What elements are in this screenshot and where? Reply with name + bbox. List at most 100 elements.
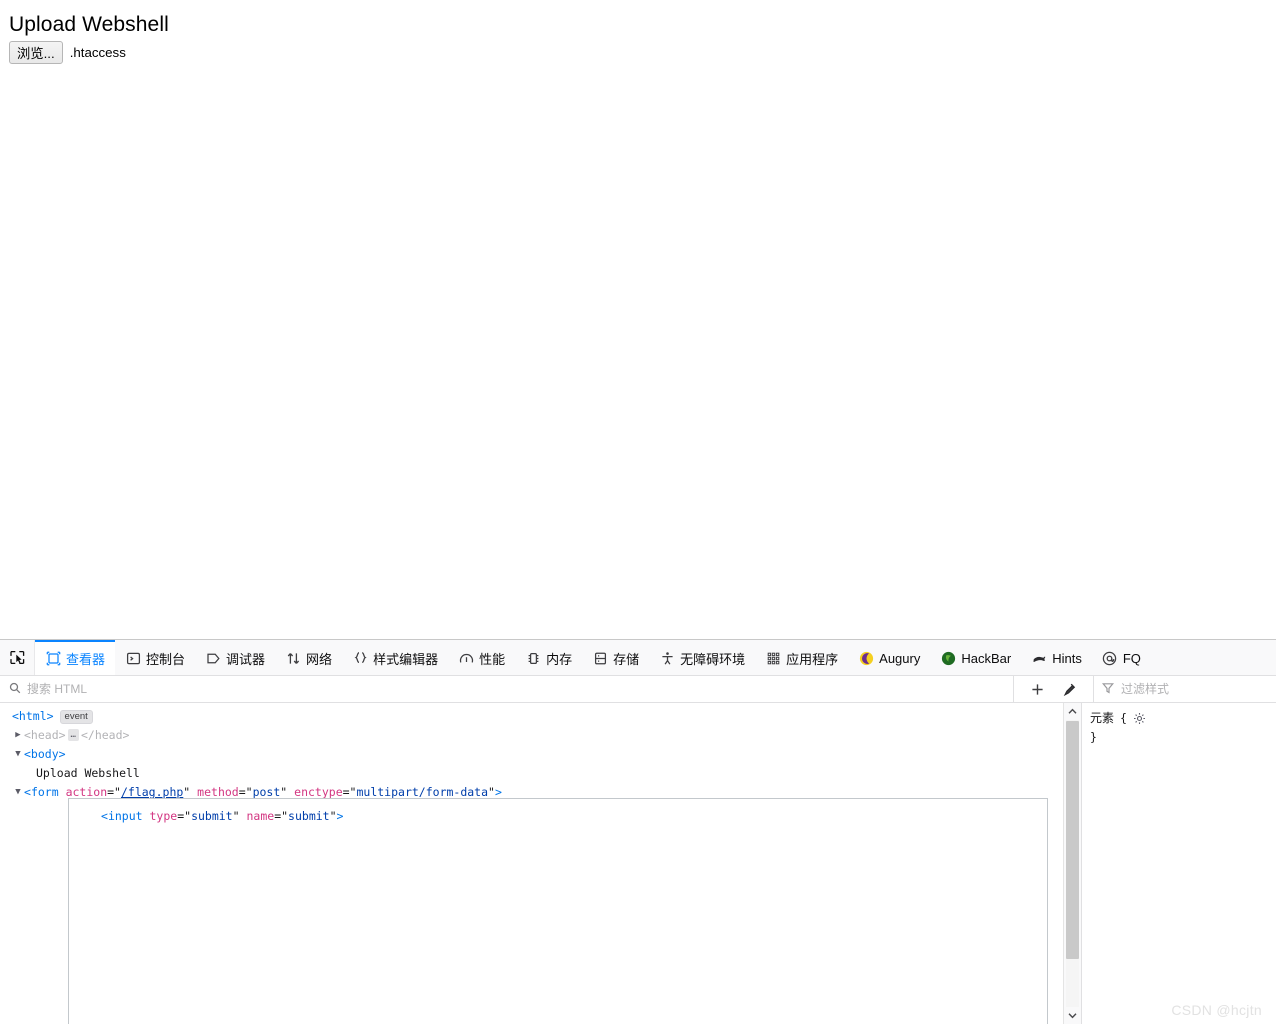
at-sign-icon bbox=[1102, 651, 1118, 667]
markup-node[interactable]: ▶Upload Webshell bbox=[0, 764, 1063, 783]
accessibility-icon bbox=[659, 651, 675, 667]
chevron-up-icon[interactable] bbox=[1064, 703, 1081, 720]
devtools-tab-strip: 查看器 控制台 调试器 网络 样式编辑器 性能 内存 存储 无障碍环境 应用程序 Augury Hac… bbox=[35, 640, 1276, 675]
markup-node-source: Upload Webshell bbox=[36, 766, 140, 780]
markup-tree: ▶<html>event▶<head>…</head>▼<body>▶Uploa… bbox=[0, 707, 1063, 802]
tab-memory[interactable]: 内存 bbox=[515, 640, 582, 675]
storage-icon bbox=[592, 651, 608, 667]
event-badge[interactable]: event bbox=[59, 710, 93, 724]
rule-open-brace: { bbox=[1120, 711, 1127, 725]
tab-label: 存储 bbox=[613, 652, 640, 667]
tab-label: 查看器 bbox=[66, 652, 106, 667]
tab-network[interactable]: 网络 bbox=[275, 640, 342, 675]
element-picker-icon[interactable] bbox=[0, 640, 35, 675]
tab-label: 控制台 bbox=[146, 652, 186, 667]
markup-node[interactable]: ▼ <body> bbox=[0, 745, 1063, 764]
twisty-expanded[interactable]: ▼ bbox=[12, 745, 24, 764]
markup-node-source: <html> event bbox=[12, 707, 93, 726]
tab-label: Augury bbox=[879, 651, 921, 666]
expand-ellipsis[interactable]: … bbox=[67, 729, 79, 741]
tab-accessibility[interactable]: 无障碍环境 bbox=[649, 640, 755, 675]
tab-hackbar[interactable]: HackBar bbox=[930, 640, 1021, 675]
memory-icon bbox=[525, 651, 541, 667]
page-viewport: Upload Webshell 浏览... .htaccess bbox=[0, 0, 1276, 639]
watermark: CSDN @hcjtn bbox=[1171, 1002, 1262, 1018]
tab-label: FQ bbox=[1122, 651, 1141, 666]
network-icon bbox=[285, 651, 301, 667]
tab-augury[interactable]: Augury bbox=[848, 640, 930, 675]
tab-label: Hints bbox=[1052, 651, 1082, 666]
rule-selector: 元素 bbox=[1090, 711, 1115, 725]
search-input[interactable] bbox=[27, 682, 327, 696]
devtools-secondary-bars bbox=[0, 676, 1276, 703]
rules-view[interactable]: 元素 { } bbox=[1081, 703, 1276, 1024]
markup-node-source: <head>… </head> bbox=[24, 728, 130, 742]
tab-label: 性能 bbox=[479, 652, 506, 667]
devtools-panes: ▶<html>event▶<head>…</head>▼<body>▶Uploa… bbox=[0, 703, 1276, 1024]
tab-label: 应用程序 bbox=[786, 652, 839, 667]
selected-file-name: .htaccess bbox=[69, 44, 126, 60]
rule-close-brace: } bbox=[1090, 730, 1097, 744]
tab-performance[interactable]: 性能 bbox=[448, 640, 515, 675]
markup-node[interactable]: ▶<html>event bbox=[0, 707, 1063, 726]
twisty-expanded[interactable]: ▼ bbox=[12, 783, 24, 802]
attribute-name[interactable]: name bbox=[246, 809, 274, 823]
tab-label: 调试器 bbox=[226, 652, 266, 667]
upload-form: 浏览... .htaccess bbox=[0, 37, 1276, 64]
attribute-name[interactable]: action bbox=[66, 785, 108, 799]
chevron-down-icon[interactable] bbox=[1064, 1007, 1081, 1024]
element-rule-header: 元素 { bbox=[1090, 709, 1276, 728]
search-icon bbox=[9, 682, 21, 697]
attribute-value[interactable]: /flag.php bbox=[121, 785, 183, 799]
attribute-name[interactable]: method bbox=[197, 785, 239, 799]
tab-label: HackBar bbox=[961, 651, 1012, 666]
attribute-value[interactable]: submit bbox=[288, 809, 330, 823]
filter-icon bbox=[1101, 682, 1115, 697]
markup-node[interactable]: ▶ <head>… </head> bbox=[0, 726, 1063, 745]
markup-scrollbar[interactable] bbox=[1063, 703, 1081, 1024]
browse-file-button[interactable]: 浏览... bbox=[9, 40, 63, 64]
markup-search-bar bbox=[0, 676, 1014, 702]
tab-at-sign[interactable]: FQ bbox=[1092, 640, 1151, 675]
tab-label: 内存 bbox=[546, 652, 573, 667]
attribute-value[interactable]: multipart/form-data bbox=[356, 785, 488, 799]
style-editor-icon bbox=[352, 651, 368, 667]
tab-debugger[interactable]: 调试器 bbox=[195, 640, 275, 675]
eyedropper-icon[interactable] bbox=[1061, 680, 1079, 698]
markup-node-source: <body> bbox=[24, 747, 66, 761]
attribute-value[interactable]: post bbox=[253, 785, 281, 799]
tab-hints[interactable]: Hints bbox=[1021, 640, 1092, 675]
inspector-icon bbox=[45, 651, 61, 667]
page-title: Upload Webshell bbox=[9, 13, 169, 36]
tab-label: 样式编辑器 bbox=[373, 652, 439, 667]
console-icon bbox=[125, 651, 141, 667]
style-rule-tools bbox=[1014, 676, 1094, 702]
tab-inspector[interactable]: 查看器 bbox=[35, 640, 116, 675]
application-icon bbox=[765, 651, 781, 667]
devtools-panel: 查看器 控制台 调试器 网络 样式编辑器 性能 内存 存储 无障碍环境 应用程序 Augury Hac… bbox=[0, 639, 1276, 1024]
markup-node-input-source: <input type="submit" name="submit"> bbox=[101, 809, 344, 823]
performance-icon bbox=[458, 651, 474, 667]
tab-label: 网络 bbox=[306, 652, 333, 667]
tab-style-editor[interactable]: 样式编辑器 bbox=[342, 640, 448, 675]
tab-label: 无障碍环境 bbox=[680, 652, 746, 667]
style-filter-bar bbox=[1094, 676, 1276, 702]
attribute-name[interactable]: type bbox=[150, 809, 178, 823]
selected-node-box[interactable]: ▶ <input type="submit" name="submit"> bbox=[68, 798, 1048, 1024]
gear-icon[interactable] bbox=[1133, 712, 1147, 726]
scrollbar-thumb[interactable] bbox=[1066, 721, 1079, 959]
twisty-collapsed[interactable]: ▶ bbox=[12, 726, 24, 745]
hints-icon bbox=[1031, 651, 1047, 667]
debugger-icon bbox=[205, 651, 221, 667]
attribute-value[interactable]: submit bbox=[191, 809, 233, 823]
attribute-name[interactable]: enctype bbox=[294, 785, 342, 799]
tab-storage[interactable]: 存储 bbox=[582, 640, 649, 675]
hackbar-icon bbox=[940, 651, 956, 667]
markup-view[interactable]: ▶<html>event▶<head>…</head>▼<body>▶Uploa… bbox=[0, 703, 1063, 1024]
plus-icon[interactable] bbox=[1029, 680, 1047, 698]
tab-console[interactable]: 控制台 bbox=[115, 640, 195, 675]
tab-application[interactable]: 应用程序 bbox=[755, 640, 848, 675]
markup-node-input[interactable]: ▶ <input type="submit" name="submit"> bbox=[69, 799, 1047, 826]
devtools-toolbar: 查看器 控制台 调试器 网络 样式编辑器 性能 内存 存储 无障碍环境 应用程序 Augury Hac… bbox=[0, 640, 1276, 676]
filter-styles-input[interactable] bbox=[1119, 681, 1249, 697]
